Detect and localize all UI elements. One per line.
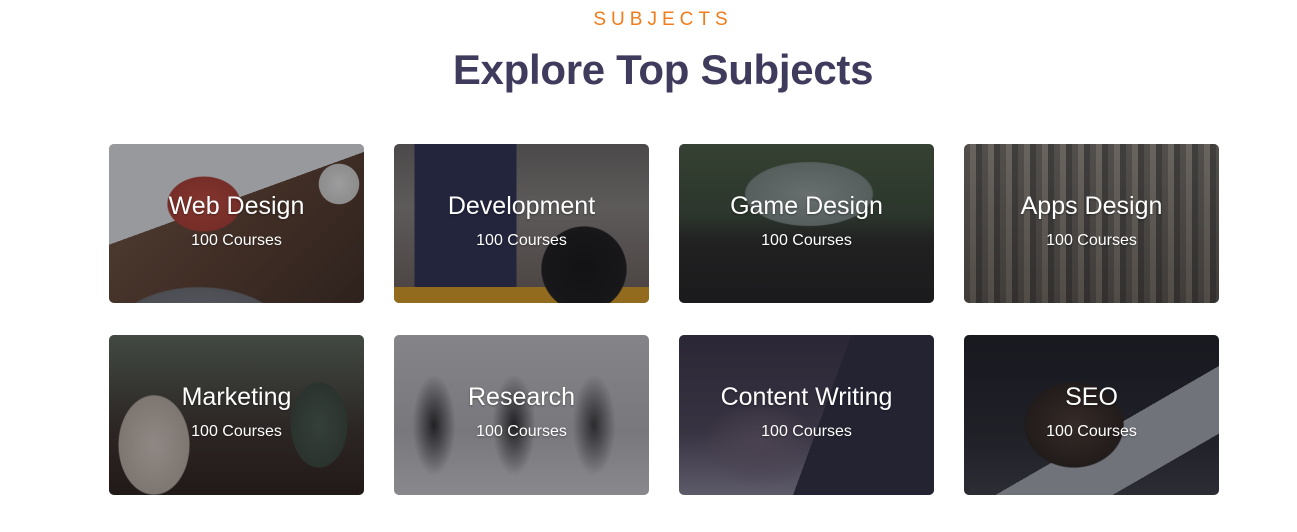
subject-card-seo[interactable]: SEO 100 Courses [964,335,1219,495]
subject-card-web-design[interactable]: Web Design 100 Courses [109,144,364,303]
subject-title: Apps Design [1020,192,1163,220]
subject-course-count: 100 Courses [476,423,567,440]
subject-card-development[interactable]: Development 100 Courses [394,144,649,303]
subject-course-count: 100 Courses [1046,232,1137,249]
subject-title: Content Writing [720,383,893,411]
subject-title: SEO [1065,383,1118,411]
subject-course-count: 100 Courses [191,423,282,440]
subject-title: Marketing [181,383,292,411]
subject-title: Development [447,192,596,220]
subject-card-game-design[interactable]: Game Design 100 Courses [679,144,934,303]
subject-course-count: 100 Courses [761,423,852,440]
subjects-section: SUBJECTS Explore Top Subjects Web Design… [0,0,1297,532]
subject-card-research[interactable]: Research 100 Courses [394,335,649,495]
subject-course-count: 100 Courses [476,232,567,249]
subject-course-count: 100 Courses [1046,423,1137,440]
subject-card-content-writing[interactable]: Content Writing 100 Courses [679,335,934,495]
subject-title: Web Design [168,192,305,220]
subject-card-marketing[interactable]: Marketing 100 Courses [109,335,364,495]
subject-title: Research [468,383,575,411]
section-title: Explore Top Subjects [452,46,874,93]
subject-title: Game Design [730,192,883,220]
section-eyebrow: SUBJECTS [593,9,733,30]
subject-course-count: 100 Courses [191,232,282,249]
subject-course-count: 100 Courses [761,232,852,249]
subject-card-apps-design[interactable]: Apps Design 100 Courses [964,144,1219,303]
subjects-grid: Web Design 100 Courses Development 100 C… [109,144,1219,495]
